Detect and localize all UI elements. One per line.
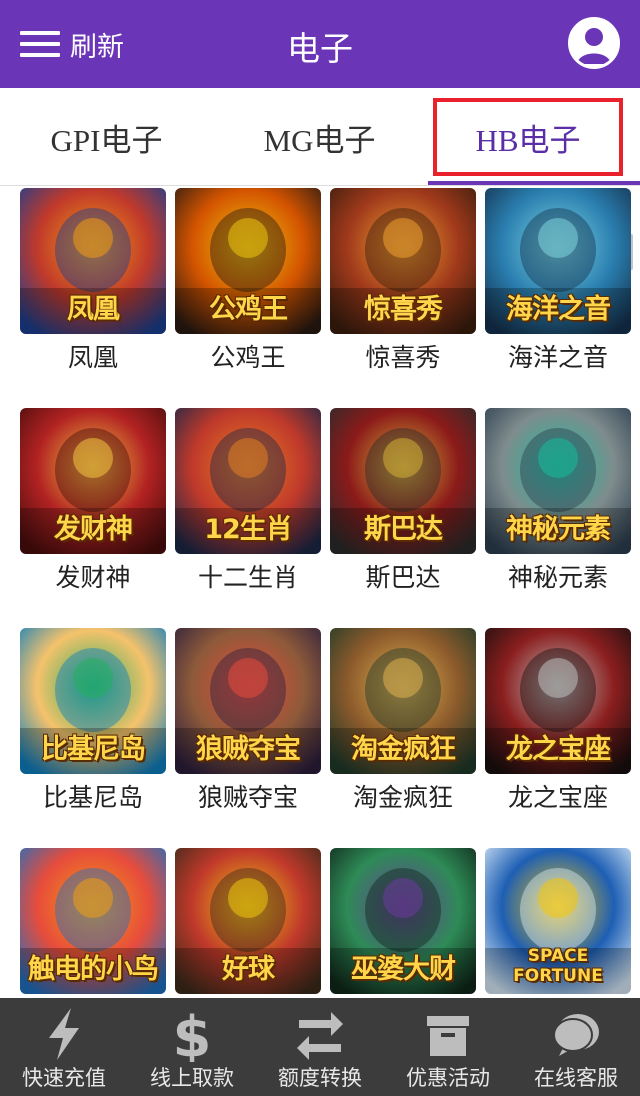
game-tile[interactable]: 海洋之音 海洋之音 [485, 188, 631, 374]
thumbnail-title: 海洋之音 [506, 294, 611, 325]
game-tile[interactable]: 公鸡王 公鸡王 [175, 188, 321, 374]
game-tile[interactable]: 好球 [175, 848, 321, 998]
game-name[interactable]: 公鸡王 [175, 338, 321, 374]
game-name[interactable]: 淘金疯狂 [330, 778, 476, 814]
category-tabs: GPI电子 MG电子 HB电子 [0, 88, 640, 270]
thumbnail-title: 12生肖 [204, 514, 293, 545]
active-tab-indicator [428, 181, 640, 185]
game-name[interactable]: 凤凰 [20, 338, 166, 374]
nav-withdraw[interactable]: $ 线上取款 [128, 998, 256, 1096]
nav-label: 优惠活动 [406, 1066, 490, 1090]
game-tile[interactable]: 淘金疯狂 淘金疯狂 [330, 628, 476, 814]
game-name[interactable]: 斯巴达 [330, 558, 476, 594]
thumbnail-title: 神秘元素 [506, 514, 611, 545]
svg-text:$: $ [173, 1006, 212, 1062]
nav-label: 线上取款 [150, 1066, 234, 1090]
game-tile[interactable]: 触电的小鸟 [20, 848, 166, 998]
transfer-arrows-icon [297, 1012, 343, 1060]
refresh-label[interactable]: 刷新 [70, 25, 124, 64]
chat-bubble-icon [553, 1014, 599, 1056]
nav-transfer[interactable]: 额度转换 [256, 998, 384, 1096]
game-thumbnail[interactable]: SPACE FORTUNE [485, 848, 631, 994]
game-thumbnail[interactable]: 狼贼夺宝 [175, 628, 321, 774]
game-tile[interactable]: 巫婆大财 [330, 848, 476, 998]
game-thumbnail[interactable]: 凤凰 [20, 188, 166, 334]
game-thumbnail[interactable]: 神秘元素 [485, 408, 631, 554]
game-name[interactable]: 惊喜秀 [330, 338, 476, 374]
game-thumbnail[interactable]: 龙之宝座 [485, 628, 631, 774]
game-thumbnail[interactable]: 淘金疯狂 [330, 628, 476, 774]
thumbnail-title: 狼贼夺宝 [196, 734, 301, 765]
game-name[interactable]: 神秘元素 [485, 558, 631, 594]
game-tile[interactable]: 狼贼夺宝 狼贼夺宝 [175, 628, 321, 814]
thumbnail-title: 巫婆大财 [351, 954, 456, 985]
game-tile[interactable]: 斯巴达 斯巴达 [330, 408, 476, 594]
thumbnail-title: 公鸡王 [209, 294, 288, 325]
thumbnail-title: SPACE FORTUNE [513, 946, 603, 986]
game-thumbnail[interactable]: 比基尼岛 [20, 628, 166, 774]
nav-promotions[interactable]: 优惠活动 [384, 998, 512, 1096]
thumbnail-title: 凤凰 [67, 294, 120, 325]
game-name[interactable]: 比基尼岛 [20, 778, 166, 814]
user-avatar-icon[interactable] [568, 17, 620, 69]
game-tile[interactable]: SPACE FORTUNE [485, 848, 631, 998]
nav-label: 快速充值 [22, 1066, 106, 1090]
nav-quick-deposit[interactable]: 快速充值 [0, 998, 128, 1096]
bottom-nav: 快速充值 $ 线上取款 额度转换 优惠活动 在线客服 [0, 998, 640, 1096]
dollar-icon: $ [173, 1006, 212, 1062]
game-name[interactable]: 海洋之音 [485, 338, 631, 374]
game-tile[interactable]: 12生肖十二生肖 [175, 408, 321, 594]
tab-mg[interactable]: MG电子 [213, 88, 426, 186]
thumbnail-title: 比基尼岛 [41, 734, 146, 765]
game-name[interactable]: 发财神 [20, 558, 166, 594]
tab-gpi[interactable]: GPI电子 [0, 88, 213, 186]
game-name[interactable]: 十二生肖 [175, 558, 321, 594]
thumbnail-title: 斯巴达 [364, 514, 443, 545]
thumbnail-title: 惊喜秀 [364, 294, 443, 325]
game-thumbnail[interactable]: 好球 [175, 848, 321, 994]
menu-button[interactable]: 刷新 [20, 24, 124, 64]
nav-live-support[interactable]: 在线客服 [512, 998, 640, 1096]
nav-label: 在线客服 [534, 1066, 618, 1090]
lightning-icon [49, 1008, 79, 1060]
game-thumbnail[interactable]: 海洋之音 [485, 188, 631, 334]
game-thumbnail[interactable]: 斯巴达 [330, 408, 476, 554]
game-thumbnail[interactable]: 触电的小鸟 [20, 848, 166, 994]
archive-box-icon [427, 1016, 469, 1056]
game-tile[interactable]: 凤凰 凤凰 [20, 188, 166, 374]
tab-hb[interactable]: HB电子 [433, 98, 623, 176]
thumbnail-title: 淘金疯狂 [351, 734, 456, 765]
game-grid: 凤凰 凤凰 公鸡王 公鸡王 惊喜秀 惊喜秀 海洋之音 海洋之音 发财神 发财神 … [0, 186, 640, 998]
thumbnail-title: 触电的小鸟 [28, 954, 159, 985]
thumbnail-title: 发财神 [54, 514, 133, 545]
game-tile[interactable]: 龙之宝座 龙之宝座 [485, 628, 631, 814]
game-tile[interactable]: 惊喜秀 惊喜秀 [330, 188, 476, 374]
game-name[interactable]: 龙之宝座 [485, 778, 631, 814]
nav-label: 额度转换 [278, 1066, 362, 1090]
top-header: 刷新 电子 [0, 0, 640, 88]
game-tile[interactable]: 比基尼岛 比基尼岛 [20, 628, 166, 814]
game-tile[interactable]: 发财神 发财神 [20, 408, 166, 594]
hamburger-icon[interactable] [20, 29, 60, 59]
thumbnail-title: 龙之宝座 [506, 734, 611, 765]
game-tile[interactable]: 神秘元素 神秘元素 [485, 408, 631, 594]
game-thumbnail[interactable]: 12生肖 [175, 408, 321, 554]
thumbnail-title: 好球 [222, 954, 275, 985]
game-thumbnail[interactable]: 惊喜秀 [330, 188, 476, 334]
game-name[interactable]: 狼贼夺宝 [175, 778, 321, 814]
game-thumbnail[interactable]: 发财神 [20, 408, 166, 554]
game-thumbnail[interactable]: 巫婆大财 [330, 848, 476, 994]
game-thumbnail[interactable]: 公鸡王 [175, 188, 321, 334]
